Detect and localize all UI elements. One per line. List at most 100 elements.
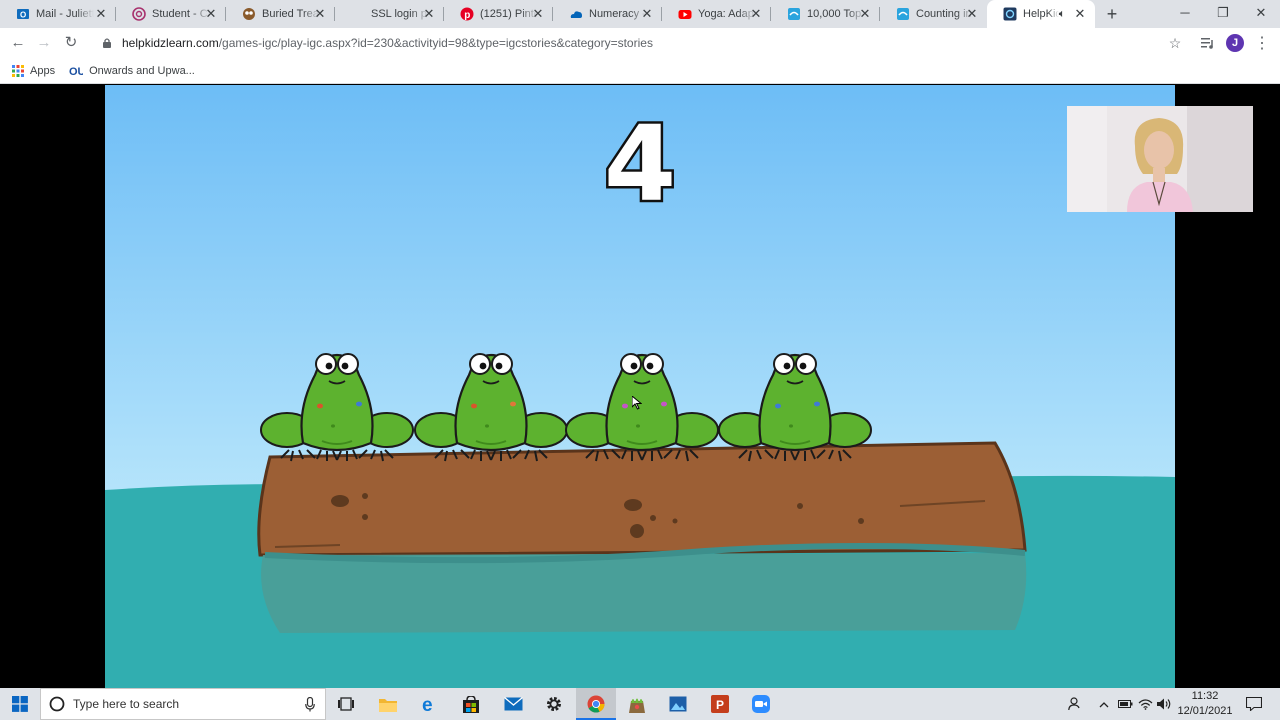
windows-taskbar: Type here to search e P 11:32 12/01/2021 [0, 688, 1280, 720]
tab-ssl-login[interactable]: SSL login page ✕ [335, 0, 444, 28]
tab-counting-in[interactable]: Counting in ✕ [880, 0, 987, 28]
tab-pinterest[interactable]: p (1251) Pinterest ✕ [444, 0, 553, 28]
close-tab-icon[interactable]: ✕ [422, 7, 436, 21]
close-tab-icon[interactable]: ✕ [94, 7, 108, 21]
close-tab-icon[interactable]: ✕ [531, 7, 545, 21]
bookmark-label: Onwards and Upwa... [89, 64, 195, 77]
restore-icon[interactable]: ❐ [1204, 0, 1242, 28]
apps-grid-icon [12, 64, 24, 77]
onedrive-icon [569, 7, 583, 21]
tab-mail[interactable]: O Mail - Juliette ✕ [0, 0, 116, 28]
close-tab-icon[interactable]: ✕ [204, 7, 218, 21]
close-tab-icon[interactable]: ✕ [749, 7, 763, 21]
webcam-video [1067, 106, 1253, 212]
close-tab-icon[interactable]: ✕ [965, 7, 979, 21]
volume-icon[interactable] [1155, 688, 1173, 720]
new-tab-button[interactable]: + [1101, 4, 1123, 24]
zoom-icon[interactable] [741, 688, 781, 720]
notifications-icon[interactable] [1240, 688, 1268, 720]
windows-start-icon[interactable] [0, 688, 40, 720]
tab-title: (1251) Pinterest [480, 8, 538, 20]
tab-title: Numeracy - [589, 8, 646, 20]
log [257, 441, 1027, 633]
search-placeholder: Type here to search [73, 697, 180, 711]
clock-date: 12/01/2021 [1177, 705, 1233, 717]
address-bar[interactable]: helpkidzlearn.com/games-igc/play-igc.asp… [90, 30, 1190, 56]
tab-numeracy[interactable]: Numeracy - ✕ [553, 0, 662, 28]
system-clock[interactable]: 11:32 12/01/2021 [1176, 689, 1234, 719]
wifi-icon[interactable] [1136, 688, 1154, 720]
close-tab-icon[interactable]: ✕ [858, 7, 872, 21]
store-icon[interactable] [451, 688, 491, 720]
tab-10000-top[interactable]: 10,000 Top C ✕ [771, 0, 880, 28]
tab-strip: O Mail - Juliette ✕ Student - CP ✕ Burie… [0, 0, 1280, 28]
menu-dots-icon[interactable]: ⋮ [1252, 33, 1272, 53]
tab-title: 10,000 Top C [807, 8, 865, 20]
photos-app-icon[interactable] [617, 688, 657, 720]
close-tab-icon[interactable]: ✕ [640, 7, 654, 21]
battery-icon[interactable] [1116, 688, 1134, 720]
chrome-icon[interactable] [576, 688, 616, 720]
edge-icon[interactable]: e [410, 688, 450, 720]
back-icon[interactable]: ← [8, 33, 28, 53]
svg-text:p: p [464, 10, 470, 21]
tab-title: SSL login page [371, 8, 429, 20]
powerpoint-icon[interactable]: P [700, 688, 740, 720]
media-queue-icon[interactable] [1198, 33, 1218, 53]
tab-buried-treasure[interactable]: Buried Treasure ✕ [226, 0, 335, 28]
clock-time: 11:32 [1191, 690, 1219, 702]
url-host: helpkidzlearn.com [122, 36, 219, 50]
lock-icon[interactable] [100, 36, 114, 50]
svg-text:OU: OU [69, 66, 83, 77]
forward-icon[interactable]: → [34, 33, 54, 53]
tab-helpkidzlearn[interactable]: HelpKidzLearn 🔈︎ ✕ [987, 0, 1095, 28]
tab-title: Mail - Juliette [36, 8, 94, 20]
url-path: /games-igc/play-igc.aspx?id=230&activity… [218, 36, 653, 50]
tab-title: HelpKidzLearn [1023, 8, 1059, 20]
task-view-icon[interactable] [326, 688, 366, 720]
url-text: helpkidzlearn.com/games-igc/play-igc.asp… [122, 36, 653, 50]
target-icon [132, 7, 146, 21]
svg-text:O: O [20, 11, 26, 20]
file-explorer-icon[interactable] [368, 688, 408, 720]
settings-gear-icon[interactable] [534, 688, 574, 720]
bookmark-onwards[interactable]: OU Onwards and Upwa... [69, 64, 195, 78]
mail-icon[interactable] [493, 688, 533, 720]
pinterest-icon: p [460, 7, 474, 21]
profile-avatar[interactable]: J [1225, 33, 1245, 53]
twinkl-icon [787, 7, 801, 21]
twinkl-icon [896, 7, 910, 21]
helpkidzlearn-icon [1003, 7, 1017, 21]
tab-title: Yoga: Adapted [698, 8, 756, 20]
bookmarks-bar: Apps OU Onwards and Upwa... [0, 58, 1280, 84]
browser-toolbar: ← → ↻ helpkidzlearn.com/games-igc/play-i… [0, 28, 1280, 58]
reload-icon[interactable]: ↻ [61, 33, 81, 53]
svg-text:P: P [716, 698, 724, 712]
cortana-icon [49, 696, 65, 712]
tab-student[interactable]: Student - CP ✕ [116, 0, 226, 28]
speaker-mute-icon[interactable]: 🔈︎ [1055, 7, 1069, 21]
bookmark-apps[interactable]: Apps [12, 64, 56, 77]
chevron-up-icon[interactable] [1096, 688, 1112, 720]
page-content: 4 [0, 85, 1280, 688]
mouse-cursor-icon [631, 394, 643, 415]
photos-icon[interactable] [658, 688, 698, 720]
frog-counting-game[interactable]: 4 [105, 85, 1175, 688]
tab-title: Buried Treasure [262, 8, 320, 20]
bookmark-label: Apps [30, 64, 56, 77]
outlook-icon: O [16, 7, 30, 21]
bookmark-star-icon[interactable]: ☆ [1165, 33, 1185, 53]
close-tab-icon[interactable]: ✕ [313, 7, 327, 21]
close-window-icon[interactable]: ✕ [1242, 0, 1280, 28]
people-icon[interactable] [1066, 688, 1084, 720]
svg-text:e: e [422, 695, 433, 713]
blank-icon [351, 7, 365, 21]
close-tab-icon[interactable]: ✕ [1073, 7, 1087, 21]
owl-icon [242, 7, 256, 21]
taskbar-search[interactable]: Type here to search [40, 688, 326, 720]
ou-icon: OU [69, 64, 83, 77]
youtube-icon [678, 7, 692, 21]
minimize-icon[interactable]: ─ [1166, 0, 1204, 28]
microphone-icon[interactable] [305, 697, 315, 712]
tab-yoga[interactable]: Yoga: Adapted ✕ [662, 0, 771, 28]
